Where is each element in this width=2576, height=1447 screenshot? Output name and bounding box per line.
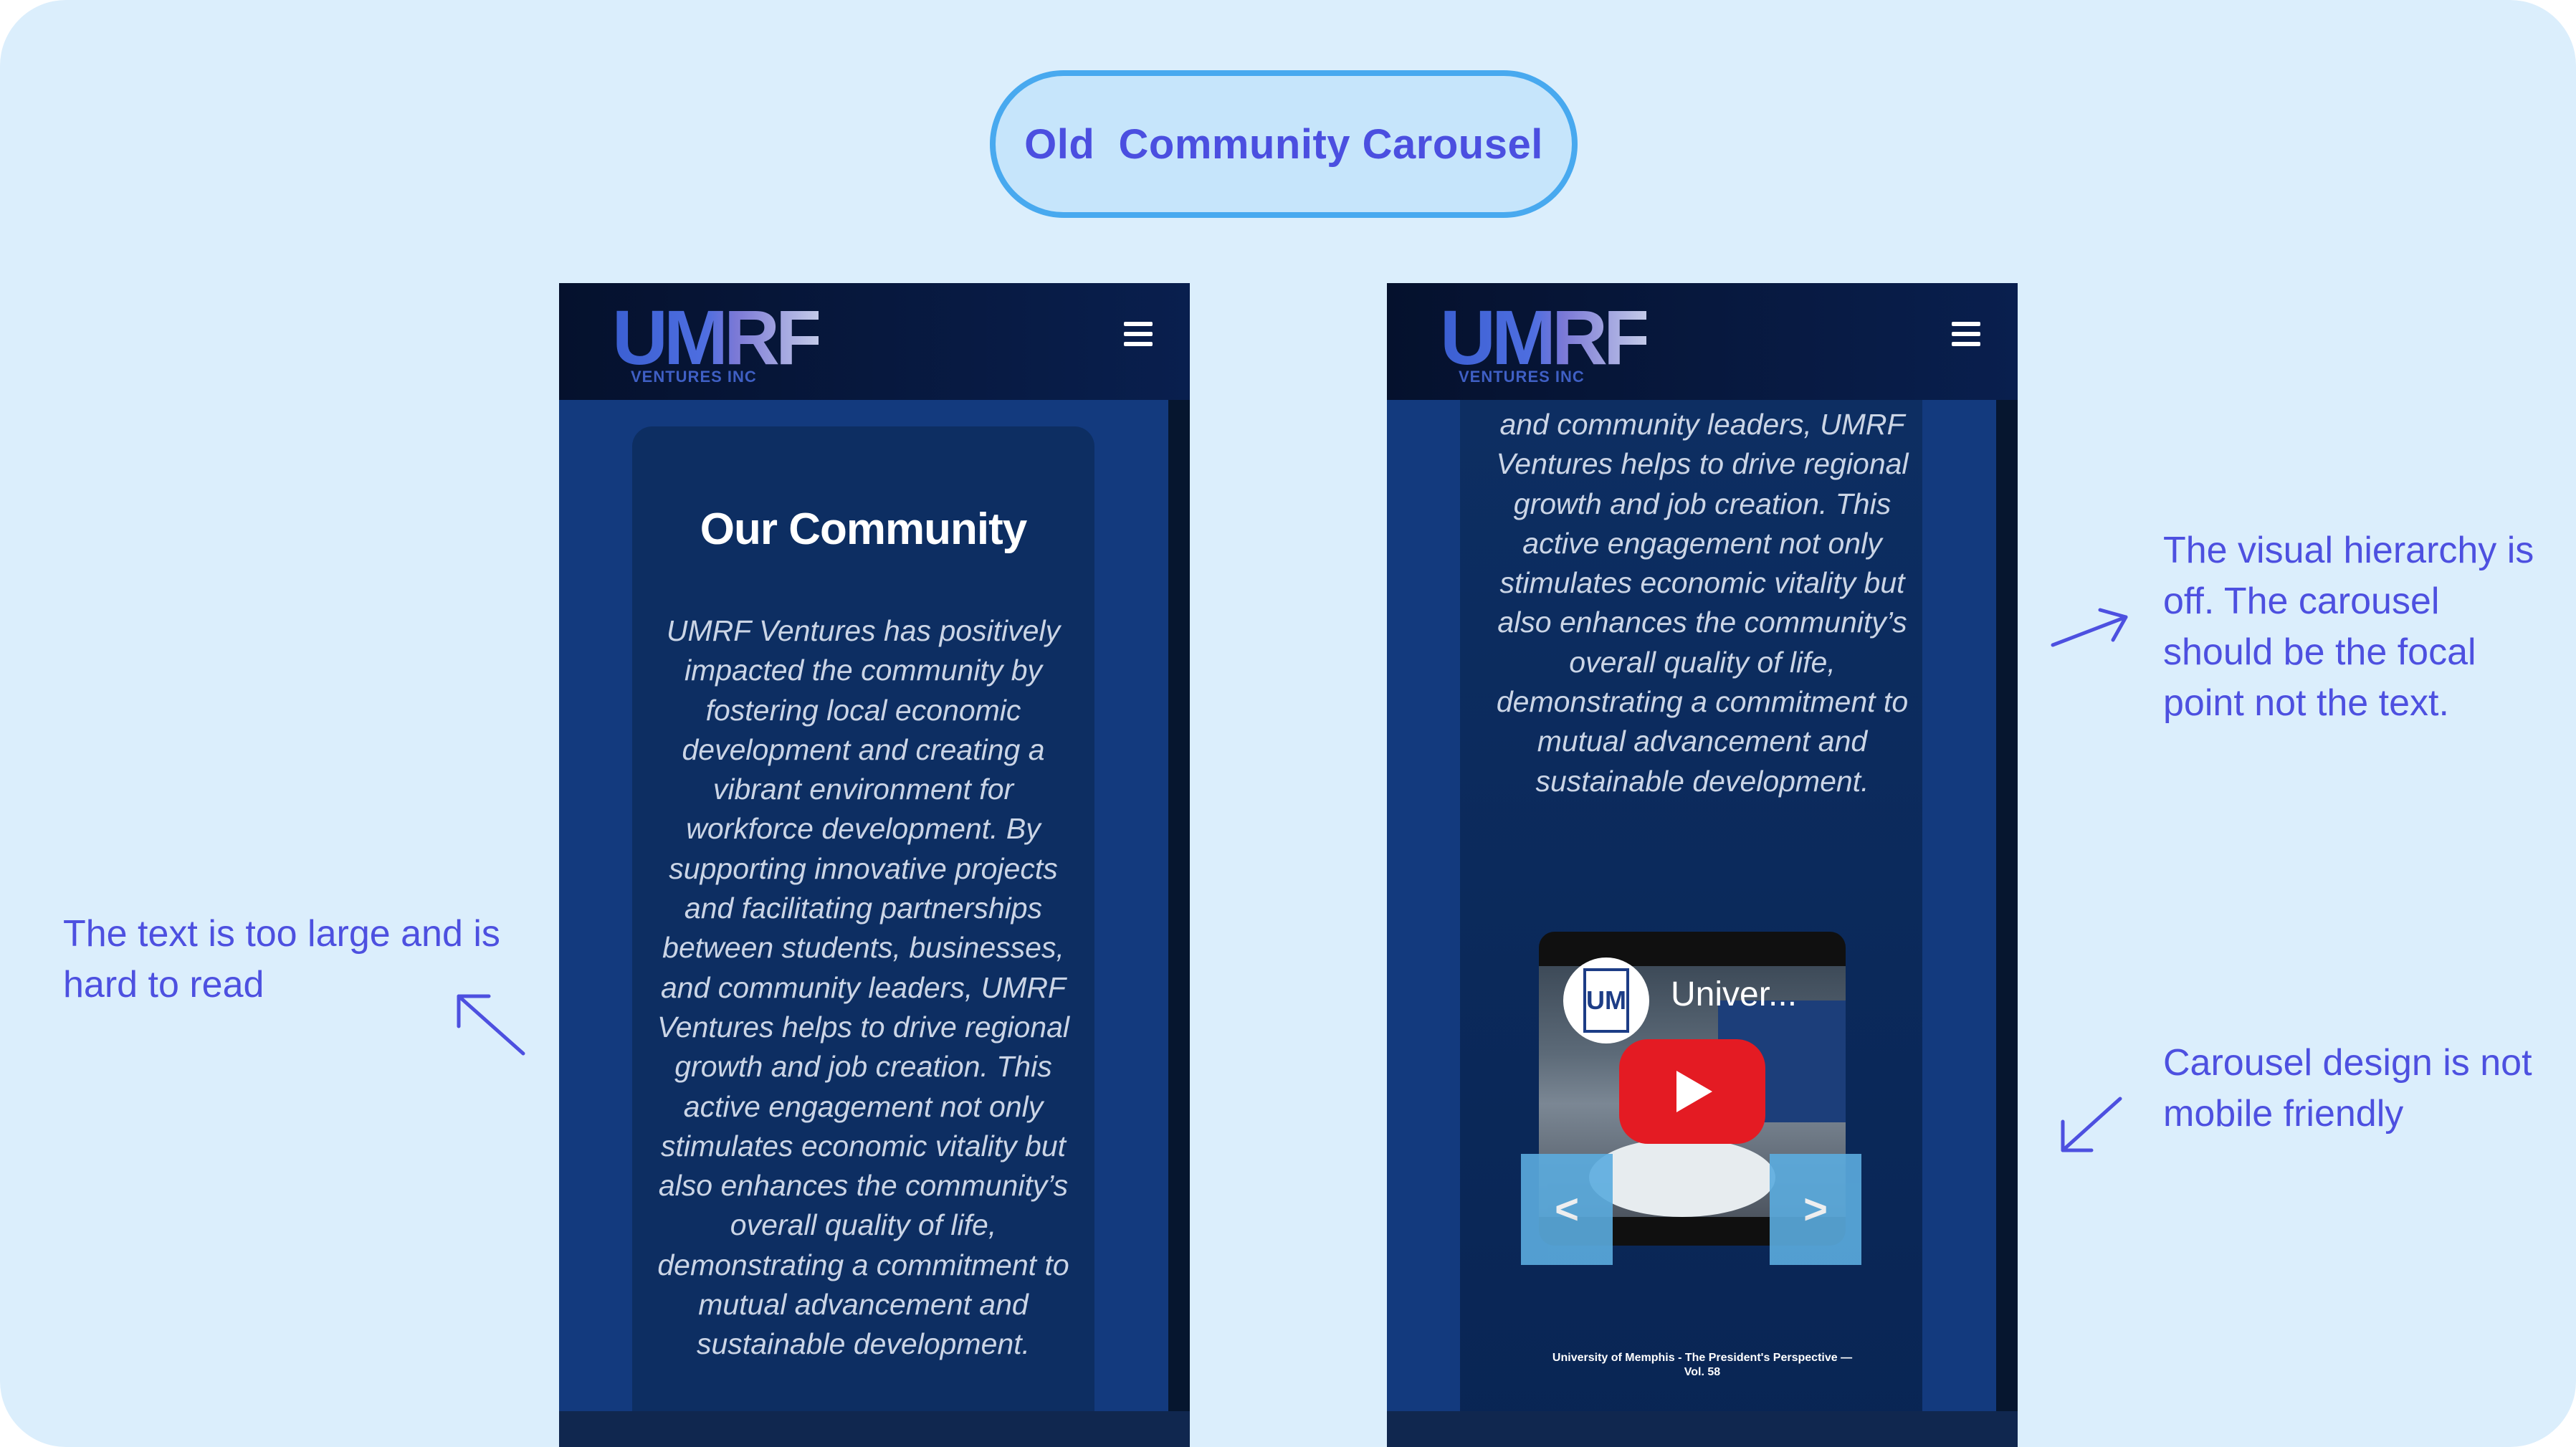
thumbnail-table [1589, 1138, 1775, 1217]
text-line: supporting innovative projects [669, 851, 1058, 885]
annotation-line: point not the text. [2163, 682, 2449, 724]
community-card: Our Community UMRF Ventures has positive… [632, 426, 1094, 1447]
bottom-bar [559, 1411, 1190, 1447]
site-header: UMRF VENTURES INC [559, 283, 1190, 400]
hamburger-menu-icon[interactable] [1952, 322, 1980, 348]
text-line: development and creating a [682, 732, 1045, 766]
logo-subtitle: VENTURES INC [1459, 368, 1585, 386]
text-line: between students, businesses, [662, 931, 1064, 965]
text-line: also enhances the community’s [658, 1169, 1069, 1203]
umrf-logo[interactable]: UMRF VENTURES INC [1440, 299, 1651, 388]
community-paragraph-continued: and community leaders, UMRF Ventures hel… [1387, 405, 2018, 801]
annotation-line: off. The carousel [2163, 581, 2440, 622]
text-line: UMRF Ventures has positively [666, 614, 1061, 647]
text-line: active engagement not only [1522, 526, 1882, 560]
carousel-prev-button[interactable]: < [1521, 1154, 1613, 1265]
arrow-down-left-icon [2061, 1097, 2122, 1152]
annotation-visual-hierarchy: The visual hierarchy is off. The carouse… [2163, 525, 2534, 729]
text-line: and facilitating partnerships [684, 892, 1043, 925]
annotation-mobile-friendly: Carousel design is not mobile friendly [2163, 1038, 2532, 1140]
text-line: active engagement not only [683, 1089, 1044, 1123]
text-line: Ventures helps to drive regional [657, 1010, 1070, 1044]
youtube-play-icon[interactable] [1619, 1039, 1765, 1144]
carousel-next-button[interactable]: > [1770, 1154, 1861, 1265]
text-line: overall quality of life, [730, 1208, 997, 1242]
arrow-up-left-icon [457, 994, 525, 1056]
annotation-line: hard to read [63, 964, 264, 1006]
text-line: mutual advancement and [698, 1288, 1029, 1322]
title-text: Old Community Carousel [1024, 120, 1543, 168]
text-line: growth and job creation. This [1513, 487, 1892, 520]
text-line: fostering local economic [705, 693, 1021, 727]
caption-line: Vol. 58 [1684, 1366, 1721, 1378]
text-line: vibrant environment for [712, 773, 1014, 806]
scroll-rail[interactable] [1996, 400, 2018, 1447]
logo-wordmark: UMRF [612, 294, 823, 381]
text-line: sustainable development. [697, 1327, 1030, 1361]
presentation-board: Old Community Carousel The text is too l… [0, 0, 2576, 1447]
hamburger-menu-icon[interactable] [1124, 322, 1153, 348]
phone-mockup-carousel-view: and community leaders, UMRF Ventures hel… [1387, 283, 2018, 1447]
text-line: demonstrating a commitment to [657, 1248, 1069, 1281]
text-line: and community leaders, UMRF [660, 970, 1067, 1004]
text-line: and community leaders, UMRF [1499, 408, 1905, 441]
channel-avatar[interactable]: UM [1563, 957, 1649, 1044]
text-line: mutual advancement and [1537, 725, 1868, 758]
annotation-line: Carousel design is not [2163, 1042, 2532, 1084]
logo-wordmark: UMRF [1440, 294, 1651, 381]
channel-logo: UM [1583, 968, 1629, 1033]
logo-subtitle: VENTURES INC [631, 368, 757, 386]
video-title[interactable]: Univer... [1671, 975, 1797, 1014]
text-line: stimulates economic vitality but [660, 1129, 1067, 1162]
text-line: overall quality of life, [1569, 645, 1836, 679]
annotation-line: mobile friendly [2163, 1093, 2404, 1135]
text-line: workforce development. By [686, 812, 1041, 846]
video-caption: University of Memphis - The President's … [1516, 1351, 1889, 1380]
text-line: also enhances the community’s [1497, 606, 1907, 639]
text-line: Ventures helps to drive regional [1496, 447, 1909, 481]
arrow-right-icon [2051, 608, 2128, 647]
annotation-line: should be the focal [2163, 631, 2476, 673]
annotation-line: The visual hierarchy is [2163, 530, 2534, 571]
scroll-rail[interactable] [1168, 400, 1190, 1447]
text-line: stimulates economic vitality but [1499, 566, 1905, 600]
caption-line: University of Memphis - The President's … [1552, 1352, 1853, 1364]
umrf-logo[interactable]: UMRF VENTURES INC [612, 299, 823, 388]
text-line: demonstrating a commitment to [1496, 685, 1909, 719]
annotation-line: The text is too large and is [63, 913, 500, 955]
community-heading: Our Community [700, 505, 1027, 554]
text-line: sustainable development. [1535, 764, 1869, 798]
site-header: UMRF VENTURES INC [1387, 283, 2018, 400]
title-pill: Old Community Carousel [990, 70, 1578, 218]
community-paragraph: UMRF Ventures has positively impacted th… [632, 611, 1094, 1365]
annotation-text-size: The text is too large and is hard to rea… [63, 909, 500, 1011]
text-line: growth and job creation. This [674, 1050, 1052, 1084]
bottom-bar [1387, 1411, 2018, 1447]
text-line: impacted the community by [684, 654, 1043, 687]
phone-mockup-text-view: Our Community UMRF Ventures has positive… [559, 283, 1190, 1447]
